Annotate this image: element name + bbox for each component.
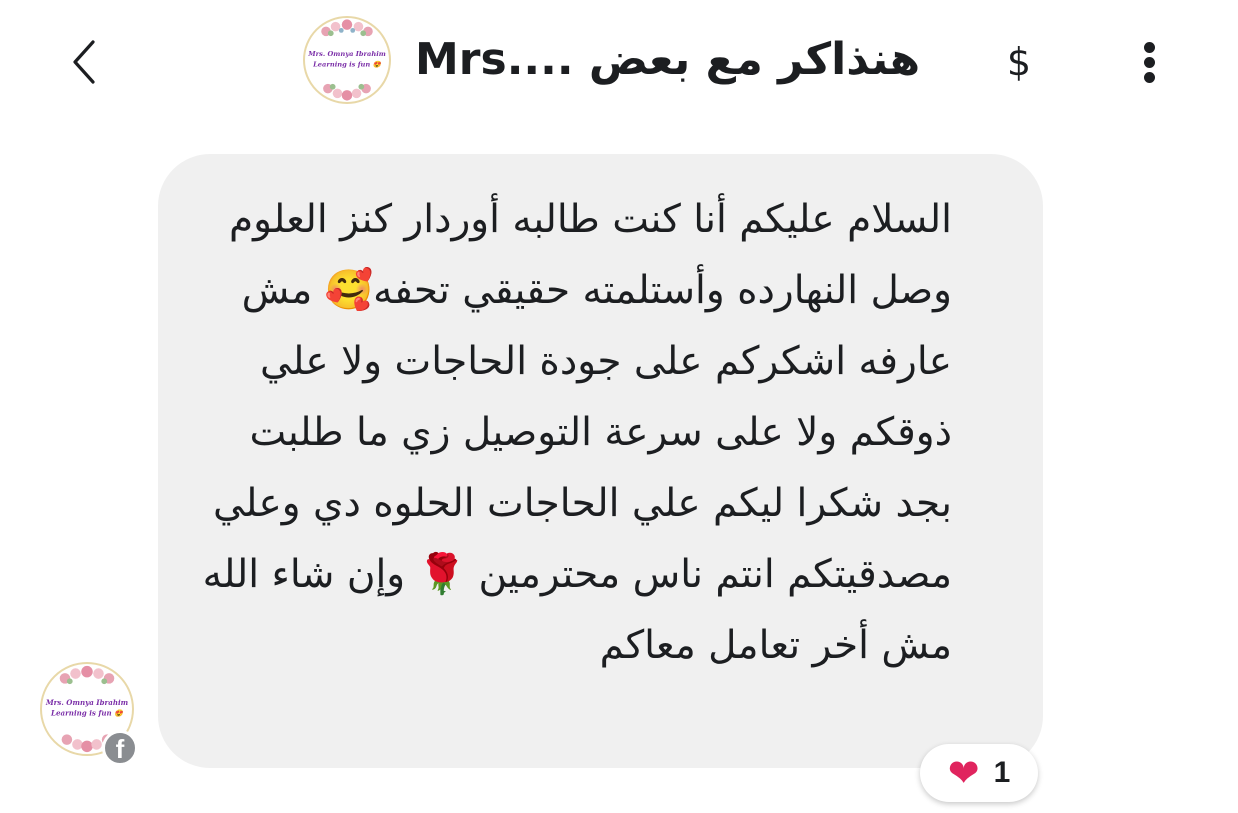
message-text: السلام عليكم أنا كنت طالبه أوردار كنز ال… bbox=[202, 197, 952, 668]
ellipsis-dot bbox=[1144, 57, 1155, 68]
logo-text-line2: Learning is fun 😍 bbox=[312, 61, 383, 69]
chevron-left-icon bbox=[73, 40, 95, 84]
conversation-title[interactable]: هنذاكر مع بعض ....Mrs bbox=[415, 28, 930, 92]
sender-logo-text-line2: Learning is fun 😍 bbox=[50, 709, 124, 718]
sender-logo-text-line1: Mrs. Omnya Ibrahim bbox=[45, 698, 129, 707]
message-bubble[interactable]: السلام عليكم أنا كنت طالبه أوردار كنز ال… bbox=[158, 154, 1043, 768]
more-options-button[interactable] bbox=[1128, 38, 1172, 86]
dollar-sign-icon[interactable]: $ bbox=[995, 36, 1043, 88]
logo-text-line1: Mrs. Omnya Ibrahim bbox=[307, 50, 386, 58]
facebook-icon: f bbox=[102, 730, 138, 766]
reaction-count: 1 bbox=[993, 756, 1011, 789]
logo-image: Mrs. Omnya Ibrahim Learning is fun 😍 bbox=[305, 18, 389, 102]
heart-icon: ❤ bbox=[947, 751, 980, 795]
conversation-avatar[interactable]: Mrs. Omnya Ibrahim Learning is fun 😍 bbox=[303, 16, 391, 104]
ellipsis-dot bbox=[1144, 72, 1155, 83]
vertical-ellipsis-icon bbox=[1144, 42, 1155, 53]
back-button[interactable] bbox=[60, 34, 108, 90]
reaction-pill[interactable]: ❤ 1 bbox=[920, 744, 1038, 802]
